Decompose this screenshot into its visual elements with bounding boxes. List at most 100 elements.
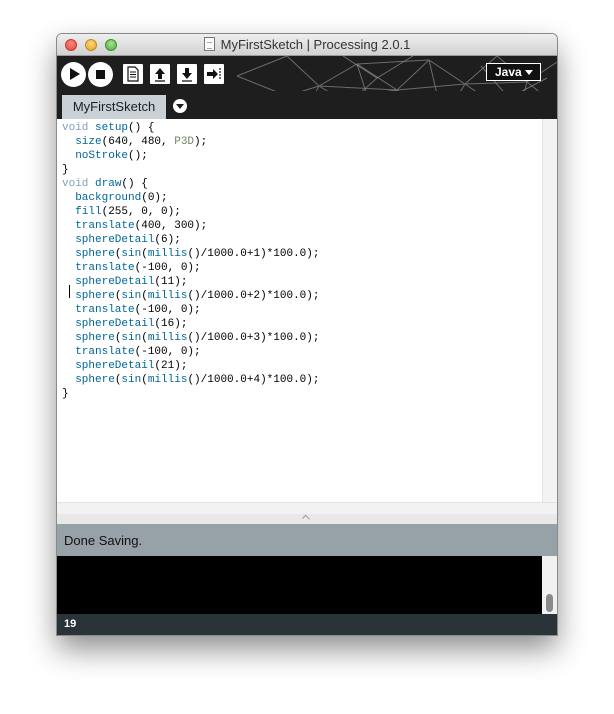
code-function: millis: [147, 332, 188, 344]
code-text: (11);: [154, 276, 188, 288]
stop-button[interactable]: [88, 62, 113, 87]
code-text: ()/1000.0+2)*100.0);: [187, 290, 320, 302]
export-button[interactable]: [204, 64, 224, 84]
run-button[interactable]: [61, 62, 86, 87]
code-line[interactable]: }: [62, 387, 69, 401]
mode-label: Java: [495, 65, 522, 79]
code-line[interactable]: sphereDetail(6);: [62, 233, 181, 247]
code-function: millis: [147, 248, 188, 260]
code-text: ()/1000.0+3)*100.0);: [187, 332, 320, 344]
current-line-number: 19: [64, 618, 77, 630]
code-text: (16);: [154, 318, 188, 330]
code-text: () {: [128, 122, 155, 134]
console-area[interactable]: [57, 556, 542, 614]
code-keyword: void: [62, 122, 89, 134]
code-function: draw: [95, 178, 122, 190]
title-bar: MyFirstSketch | Processing 2.0.1: [57, 34, 557, 56]
code-line[interactable]: translate(-100, 0);: [62, 303, 200, 317]
code-text: (-100, 0);: [134, 346, 201, 358]
code-line[interactable]: translate(-100, 0);: [62, 345, 201, 359]
code-text: (640, 480,: [101, 136, 175, 148]
toolbar: Java: [57, 56, 557, 96]
code-text: }: [62, 388, 69, 400]
code-editor[interactable]: void setup() { size(640, 480, P3D); noSt…: [57, 119, 542, 502]
code-text: (6);: [154, 234, 181, 246]
code-text: ()/1000.0+4)*100.0);: [187, 374, 320, 386]
code-line[interactable]: sphere(sin(millis()/1000.0+2)*100.0);: [62, 289, 319, 303]
code-line[interactable]: background(0);: [62, 191, 168, 205]
save-button[interactable]: [177, 64, 197, 84]
code-function: millis: [147, 374, 188, 386]
code-line[interactable]: }: [62, 163, 69, 177]
save-icon: [182, 68, 192, 82]
code-function: sphereDetail: [75, 234, 155, 246]
code-line[interactable]: sphereDetail(21);: [62, 359, 187, 373]
open-button[interactable]: [150, 64, 170, 84]
code-function: sin: [121, 290, 142, 302]
line-number-bar: 19: [57, 614, 557, 635]
code-text: (: [141, 332, 148, 344]
code-function: setup: [95, 122, 129, 134]
document-icon: [203, 37, 215, 51]
new-sketch-icon: [127, 66, 139, 82]
editor-horizontal-scrollbar[interactable]: [57, 502, 557, 514]
code-function: sphereDetail: [75, 318, 155, 330]
window-title-wrap: MyFirstSketch | Processing 2.0.1: [57, 37, 557, 52]
code-text: (: [141, 290, 148, 302]
console-scrollbar[interactable]: [542, 556, 557, 614]
console-scroll-thumb[interactable]: [546, 594, 553, 612]
code-line[interactable]: sphere(sin(millis()/1000.0+4)*100.0);: [62, 373, 319, 387]
code-function: millis: [147, 290, 188, 302]
status-bar: Done Saving.: [57, 524, 557, 556]
code-function: background: [75, 192, 142, 204]
code-text: ();: [128, 150, 148, 162]
tab-myfirstsketch[interactable]: MyFirstSketch: [62, 95, 166, 119]
processing-window: MyFirstSketch | Processing 2.0.1 Java My…: [56, 33, 558, 636]
code-function: sphere: [75, 290, 115, 302]
code-line[interactable]: sphere(sin(millis()/1000.0+1)*100.0);: [62, 247, 319, 261]
code-line[interactable]: void draw() {: [62, 177, 148, 191]
code-function: sphere: [75, 374, 115, 386]
chevron-down-icon: [525, 70, 533, 75]
console-splitter[interactable]: [57, 514, 557, 524]
tab-menu-button[interactable]: [173, 99, 187, 113]
export-icon: [207, 68, 221, 80]
code-function: sin: [121, 248, 142, 260]
editor-vertical-scrollbar[interactable]: [542, 119, 557, 502]
code-function: translate: [75, 346, 135, 358]
new-sketch-button[interactable]: [123, 64, 143, 84]
code-line[interactable]: translate(-100, 0);: [62, 261, 200, 275]
code-text: (21);: [154, 360, 188, 372]
code-line[interactable]: fill(255, 0, 0);: [62, 205, 181, 219]
code-line[interactable]: noStroke();: [62, 149, 148, 163]
code-text: ()/1000.0+1)*100.0);: [187, 248, 320, 260]
code-function: size: [75, 136, 102, 148]
code-function: noStroke: [75, 150, 129, 162]
code-keyword: void: [62, 178, 89, 190]
code-line[interactable]: void setup() {: [62, 121, 154, 135]
code-text: }: [62, 164, 69, 176]
code-line[interactable]: sphere(sin(millis()/1000.0+3)*100.0);: [62, 331, 319, 345]
code-text: (0);: [141, 192, 168, 204]
code-function: sphereDetail: [75, 360, 155, 372]
window-title: MyFirstSketch | Processing 2.0.1: [220, 37, 411, 52]
code-text: (255, 0, 0);: [101, 206, 181, 218]
mode-selector[interactable]: Java: [486, 63, 541, 81]
code-line[interactable]: sphereDetail(11);: [62, 275, 187, 289]
code-line[interactable]: sphereDetail(16);: [62, 317, 187, 331]
code-text: () {: [121, 178, 148, 190]
code-text: );: [194, 136, 208, 148]
code-line[interactable]: size(640, 480, P3D);: [62, 135, 207, 149]
code-line[interactable]: translate(400, 300);: [62, 219, 207, 233]
